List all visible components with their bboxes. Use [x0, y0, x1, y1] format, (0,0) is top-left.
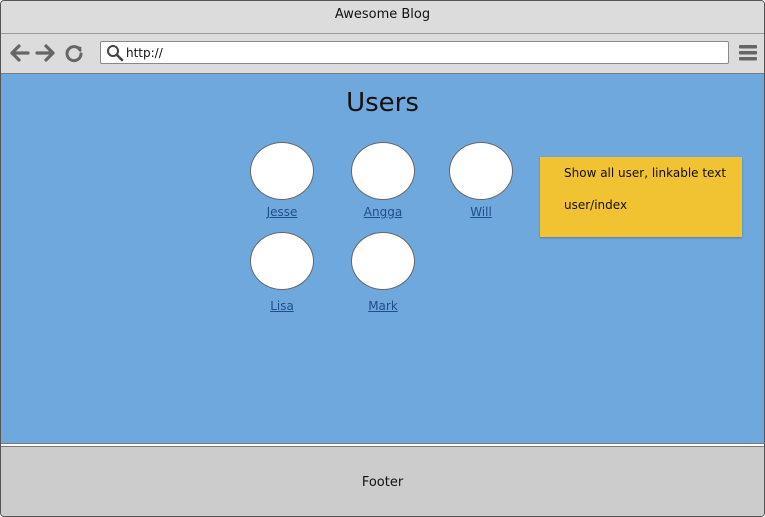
url-input[interactable]	[126, 44, 721, 62]
reload-button[interactable]	[63, 42, 85, 64]
user-link-will[interactable]: Will	[449, 205, 513, 219]
arrow-right-icon	[35, 44, 55, 62]
page-title: Users	[346, 88, 419, 118]
user-card: Will	[449, 142, 513, 219]
avatar[interactable]	[351, 232, 415, 290]
window-title: Awesome Blog	[1, 1, 764, 34]
arrow-left-icon	[10, 44, 30, 62]
hamburger-menu-icon	[739, 45, 757, 61]
address-bar[interactable]	[100, 41, 729, 64]
user-card: Jesse	[250, 142, 314, 219]
note-line-1: Show all user, linkable text	[564, 166, 727, 180]
forward-button[interactable]	[34, 42, 56, 64]
avatar[interactable]	[250, 232, 314, 290]
avatar[interactable]	[449, 142, 513, 200]
back-button[interactable]	[9, 42, 31, 64]
avatar[interactable]	[250, 142, 314, 200]
sticky-note: Show all user, linkable text user/index	[540, 157, 742, 237]
user-link-angga[interactable]: Angga	[351, 205, 415, 219]
browser-window: Awesome Blog http:// Users Jesse Angga W…	[0, 0, 765, 517]
user-link-jesse[interactable]: Jesse	[250, 205, 314, 219]
user-card: Angga	[351, 142, 415, 219]
note-line-2: user/index	[564, 198, 628, 212]
avatar[interactable]	[351, 142, 415, 200]
search-icon	[107, 45, 124, 62]
menu-button[interactable]	[738, 44, 758, 62]
user-card: Mark	[351, 232, 415, 313]
user-link-mark[interactable]: Mark	[351, 299, 415, 313]
user-link-lisa[interactable]: Lisa	[250, 299, 314, 313]
reload-icon	[65, 45, 83, 63]
footer: Footer	[1, 447, 764, 516]
page-content: Users Jesse Angga Will Lisa Mark Show al…	[1, 74, 764, 443]
user-card: Lisa	[250, 232, 314, 313]
browser-toolbar	[1, 34, 764, 74]
